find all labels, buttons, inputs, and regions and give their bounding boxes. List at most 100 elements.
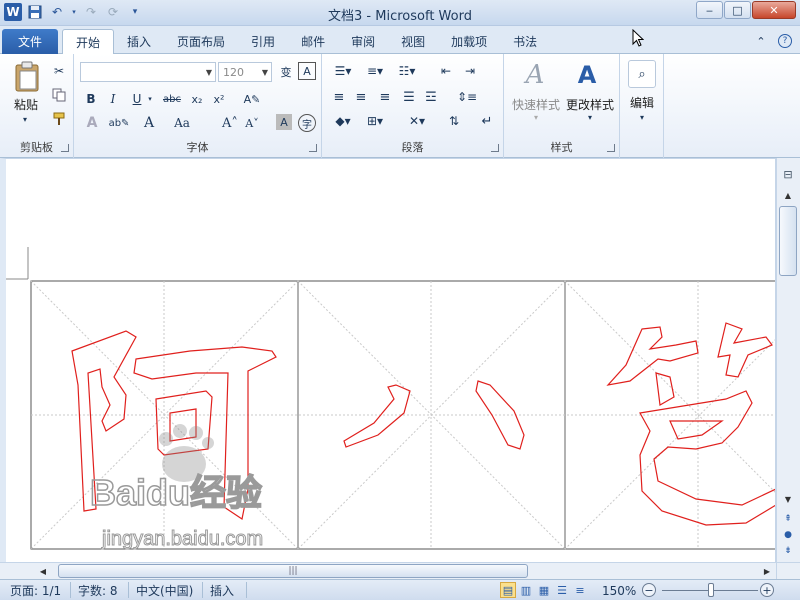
tab-file[interactable]: 文件	[2, 29, 58, 54]
scroll-right-icon[interactable]: ▶	[760, 565, 774, 577]
character-border-icon[interactable]: A	[298, 62, 316, 80]
align-left-icon[interactable]: ≡	[330, 88, 348, 106]
minimize-ribbon-icon[interactable]: ⌃	[754, 34, 768, 48]
web-layout-icon[interactable]: ▦	[536, 582, 552, 598]
copy-icon[interactable]	[50, 86, 68, 104]
change-case-icon[interactable]: Aa	[170, 114, 194, 132]
draft-view-icon[interactable]: ≡	[572, 582, 588, 598]
vertical-scrollbar[interactable]: ⊟ ▲ ▼ ⇞ ● ⇟	[776, 158, 800, 562]
next-page-icon[interactable]: ⇟	[780, 544, 796, 558]
help-icon[interactable]: ?	[778, 34, 792, 48]
align-right-icon[interactable]: ≡	[376, 88, 394, 106]
tab-view[interactable]: 视图	[388, 29, 438, 54]
show-marks-icon[interactable]: ↵	[478, 112, 496, 130]
outline-view-icon[interactable]: ☰	[554, 582, 570, 598]
quick-styles-icon[interactable]: A	[520, 60, 550, 90]
tab-add-ins[interactable]: 加载项	[438, 29, 500, 54]
font-launcher-icon[interactable]	[309, 144, 317, 152]
justify-icon[interactable]: ☰	[400, 88, 418, 106]
underline-dropdown-icon[interactable]: ▾	[146, 90, 154, 108]
quick-styles-dropdown-icon[interactable]: ▾	[530, 112, 542, 122]
bullets-icon[interactable]: ☰▾	[330, 62, 356, 80]
print-layout-view-icon[interactable]: ▤	[500, 582, 516, 598]
italic-icon[interactable]: I	[104, 90, 122, 108]
change-styles-dropdown-icon[interactable]: ▾	[584, 112, 596, 122]
tab-insert[interactable]: 插入	[114, 29, 164, 54]
grow-font-icon[interactable]: A˄	[220, 114, 240, 132]
character-shading-icon[interactable]: A	[276, 114, 292, 130]
page-indicator[interactable]: 页面: 1/1	[10, 583, 61, 598]
font-color-icon[interactable]: A	[140, 114, 158, 132]
tab-review[interactable]: 审阅	[338, 29, 388, 54]
line-spacing-icon[interactable]: ⇕≡	[454, 88, 480, 106]
zoom-out-icon[interactable]: −	[642, 583, 656, 597]
tab-references[interactable]: 引用	[238, 29, 288, 54]
horizontal-scrollbar[interactable]: ◀ ||| ▶	[34, 562, 776, 579]
text-effects-icon[interactable]: A	[82, 114, 102, 132]
zoom-in-icon[interactable]: +	[760, 583, 774, 597]
zoom-slider-thumb[interactable]	[708, 583, 714, 597]
strikethrough-icon[interactable]: abc	[160, 90, 184, 108]
vertical-scroll-thumb[interactable]	[779, 206, 797, 276]
close-button[interactable]: ✕	[752, 1, 796, 19]
clipboard-launcher-icon[interactable]	[61, 144, 69, 152]
font-size-combo[interactable]: 120 ▼	[218, 62, 272, 82]
document-area[interactable]: Baidu经验 jingyan.baidu.com	[0, 158, 776, 562]
styles-launcher-icon[interactable]	[607, 144, 615, 152]
editing-dropdown-icon[interactable]: ▾	[636, 112, 648, 122]
full-screen-reading-icon[interactable]: ▥	[518, 582, 534, 598]
word-count[interactable]: 字数: 8	[78, 583, 118, 598]
chinese-layout-icon[interactable]: ✕▾	[404, 112, 430, 130]
chevron-down-icon[interactable]: ▼	[206, 68, 212, 77]
language-indicator[interactable]: 中文(中国)	[136, 583, 193, 598]
format-painter-icon[interactable]	[50, 110, 68, 128]
font-size-value: 120	[223, 65, 244, 79]
horizontal-scroll-thumb[interactable]: |||	[58, 564, 528, 578]
clear-formatting-icon[interactable]: A✎	[242, 90, 262, 108]
increase-indent-icon[interactable]: ⇥	[460, 62, 480, 80]
paste-icon[interactable]	[12, 60, 42, 94]
paragraph-launcher-icon[interactable]	[491, 144, 499, 152]
tab-mailings[interactable]: 邮件	[288, 29, 338, 54]
browse-object-icon[interactable]: ●	[780, 528, 796, 542]
font-name-combo[interactable]: ▼	[80, 62, 216, 82]
multilevel-list-icon[interactable]: ☷▾	[394, 62, 420, 80]
sort-icon[interactable]: ⇅	[444, 112, 464, 130]
tab-calligraphy[interactable]: 书法	[500, 29, 550, 54]
bold-icon[interactable]: B	[82, 90, 100, 108]
view-ruler-icon[interactable]: ⊟	[780, 166, 796, 182]
cut-icon[interactable]: ✂	[50, 62, 68, 80]
editing-label[interactable]: 编辑	[622, 94, 662, 111]
phonetic-guide-icon[interactable]: 变	[276, 62, 296, 82]
insert-mode[interactable]: 插入	[210, 583, 234, 598]
find-icon[interactable]: ⌕	[628, 60, 656, 88]
tab-home[interactable]: 开始	[62, 29, 115, 54]
character-outline-3[interactable]	[606, 322, 776, 526]
maximize-button[interactable]: □	[724, 1, 751, 19]
highlight-color-icon[interactable]: ab✎	[108, 114, 130, 132]
borders-icon[interactable]: ⊞▾	[362, 112, 388, 130]
zoom-level[interactable]: 150%	[602, 583, 636, 598]
align-center-icon[interactable]: ≡	[352, 88, 370, 106]
paste-label[interactable]: 粘贴	[8, 96, 44, 113]
previous-page-icon[interactable]: ⇞	[780, 512, 796, 526]
numbering-icon[interactable]: ≡▾	[362, 62, 388, 80]
distributed-icon[interactable]: ☲	[422, 88, 440, 106]
enclose-characters-icon[interactable]: 字	[298, 114, 316, 132]
minimize-button[interactable]: ‒	[696, 1, 723, 19]
shading-icon[interactable]: ◆▾	[330, 112, 356, 130]
scroll-left-icon[interactable]: ◀	[36, 565, 50, 577]
change-styles-label[interactable]: 更改样式	[562, 96, 618, 113]
scroll-down-icon[interactable]: ▼	[780, 492, 796, 506]
scroll-up-icon[interactable]: ▲	[780, 188, 796, 202]
quick-styles-label[interactable]: 快速样式	[508, 96, 564, 113]
superscript-icon[interactable]: x²	[210, 90, 228, 108]
paste-dropdown-icon[interactable]: ▾	[18, 114, 32, 124]
change-styles-icon[interactable]: A	[572, 60, 602, 90]
chevron-down-icon[interactable]: ▼	[262, 68, 268, 77]
shrink-font-icon[interactable]: A˅	[242, 114, 262, 132]
subscript-icon[interactable]: x₂	[188, 90, 206, 108]
tab-page-layout[interactable]: 页面布局	[164, 29, 238, 54]
underline-icon[interactable]: U	[128, 90, 146, 108]
decrease-indent-icon[interactable]: ⇤	[436, 62, 456, 80]
